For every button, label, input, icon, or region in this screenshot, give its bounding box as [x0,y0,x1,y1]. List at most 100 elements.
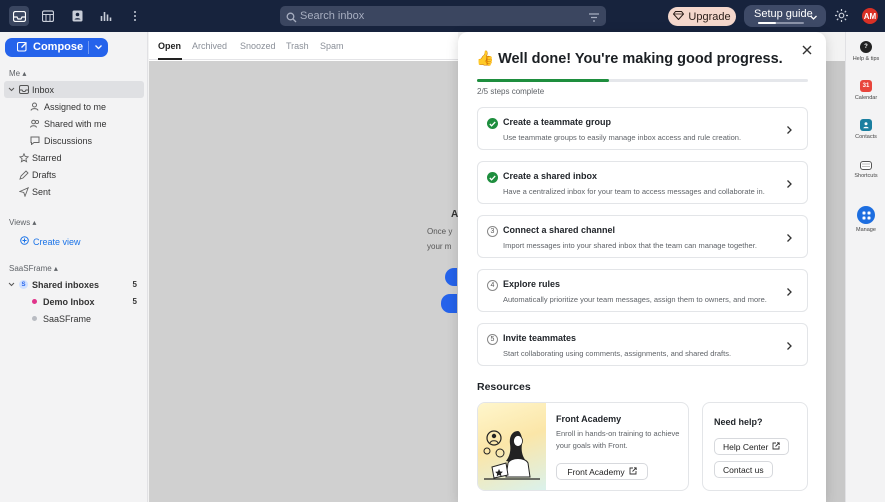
step-number-icon: 3 [487,226,498,237]
setup-step-card[interactable]: 5 Invite teammates Start collaborating usi… [477,323,808,366]
sidebar-item-saasframe[interactable]: SaaSFrame [4,310,144,327]
active-tab-underline [158,58,182,60]
chat-icon [30,136,40,145]
calendar-app-icon[interactable] [38,6,58,26]
sidebar-item-demo-inbox[interactable]: Demo Inbox 5 [4,293,144,310]
views-section-label: Views [9,218,31,227]
setup-step-card[interactable]: Create a shared inbox Have a centralized … [477,161,808,204]
sidebar-item-label: Discussions [44,135,93,146]
top-bar: Search inbox Upgrade Setup guide AM [0,0,885,32]
gear-icon[interactable] [834,8,849,26]
tab-snoozed[interactable]: Snoozed [240,41,276,51]
workspace-badge: S [19,280,28,289]
tab-spam[interactable]: Spam [320,41,344,51]
resources-heading: Resources [477,381,531,393]
keyboard-icon [860,161,872,170]
diamond-icon [673,10,685,23]
rail-label: Calendar [854,95,878,101]
tab-open[interactable]: Open [158,41,181,51]
me-section-header[interactable]: Me ▴ [9,69,26,78]
sidebar-item-sent[interactable]: Sent [4,183,144,200]
rail-contacts[interactable]: Contacts [846,119,885,140]
upgrade-button[interactable]: Upgrade [668,7,736,26]
search-icon [286,10,297,30]
chevron-right-icon [786,124,793,138]
inbox-app-icon[interactable] [9,6,29,26]
chevron-down-icon[interactable] [94,43,103,55]
help-center-button[interactable]: Help Center [714,438,790,455]
rail-label: Help & tips [852,56,880,62]
plus-circle-icon [20,236,29,247]
search-input[interactable]: Search inbox [280,6,606,26]
chevron-down-icon[interactable] [8,281,15,288]
create-view-link[interactable]: Create view [20,236,81,247]
inbox-icon [19,85,29,94]
check-circle-icon [487,118,498,129]
analytics-app-icon[interactable] [96,6,116,26]
views-section-header[interactable]: Views ▴ [9,218,36,227]
contact-us-button[interactable]: Contact us [714,461,773,478]
setup-guide-button[interactable]: Setup guide [744,5,826,27]
empty-state-button [441,294,457,313]
close-icon[interactable] [801,44,813,59]
sidebar-item-starred[interactable]: Starred [4,149,144,166]
empty-state-text: your m [427,242,452,251]
progress-bar [477,79,808,82]
academy-description: Enroll in hands-on training to achieve y… [556,429,680,450]
filter-icon[interactable] [588,10,600,30]
rail-label: Manage [856,227,876,233]
sidebar-item-drafts[interactable]: Drafts [4,166,144,183]
academy-title: Front Academy [556,414,622,424]
sidebar: Compose Me ▴ Inbox Assigned to me Shared… [0,32,148,502]
more-apps-icon[interactable] [125,6,145,26]
rail-manage[interactable]: Manage [846,206,885,233]
sidebar-item-assigned[interactable]: Assigned to me [4,98,144,115]
upgrade-label: Upgrade [688,10,731,23]
setup-step-card[interactable]: 4 Explore rules Automatically prioritize y… [477,269,808,312]
setup-step-card[interactable]: 3 Connect a shared channel Import messages… [477,215,808,258]
sidebar-item-inbox[interactable]: Inbox [4,81,144,98]
chevron-down-icon[interactable] [8,86,15,93]
setup-progress-bar [758,22,804,24]
sidebar-item-shared-with-me[interactable]: Shared with me [4,115,144,132]
contacts-icon [860,119,872,131]
sidebar-item-label: Assigned to me [44,101,107,112]
send-icon [19,186,29,197]
sidebar-item-discussions[interactable]: Discussions [4,132,144,149]
contacts-app-icon[interactable] [67,6,87,26]
compose-label: Compose [33,41,84,53]
inbox-color-dot [32,299,37,304]
workspace-section-header[interactable]: SaaSFrame ▴ [9,264,58,273]
calendar-icon: 31 [860,80,872,92]
step-title: Create a teammate group [503,117,612,127]
external-link-icon [772,441,781,452]
setup-guide-panel: 👍 Well done! You're making good progress… [458,32,826,502]
sidebar-item-label: Starred [32,152,62,163]
avatar[interactable]: AM [862,8,878,24]
user-icon [30,102,39,111]
sidebar-item-label: Inbox [32,84,55,95]
need-help-card: Need help? Help Center Contact us [702,402,808,491]
step-description: Automatically prioritize your team messa… [503,295,767,304]
rail-help[interactable]: ? Help & tips [846,41,885,62]
users-icon [30,119,40,128]
rail-calendar[interactable]: 31 Calendar [846,80,885,101]
star-icon [19,152,29,163]
step-title: Invite teammates [503,333,577,343]
tab-archived[interactable]: Archived [192,41,227,51]
unread-count: 5 [132,280,137,289]
front-academy-card[interactable]: Front Academy Enroll in hands-on trainin… [477,402,689,491]
sidebar-item-shared-inboxes[interactable]: S Shared inboxes 5 [4,276,144,293]
tab-trash[interactable]: Trash [286,41,309,51]
rail-shortcuts[interactable]: Shortcuts [846,159,885,179]
chevron-right-icon [786,178,793,192]
inbox-color-dot [32,316,37,321]
academy-button-label: Front Academy [567,466,625,477]
compose-button[interactable]: Compose [5,38,108,57]
external-link-icon [629,466,637,477]
front-academy-button[interactable]: Front Academy [556,463,648,480]
sidebar-item-label: Shared with me [44,118,107,129]
setup-step-card[interactable]: Create a teammate group Use teammate grou… [477,107,808,150]
check-circle-icon [487,172,498,183]
step-number-icon: 5 [487,334,498,345]
